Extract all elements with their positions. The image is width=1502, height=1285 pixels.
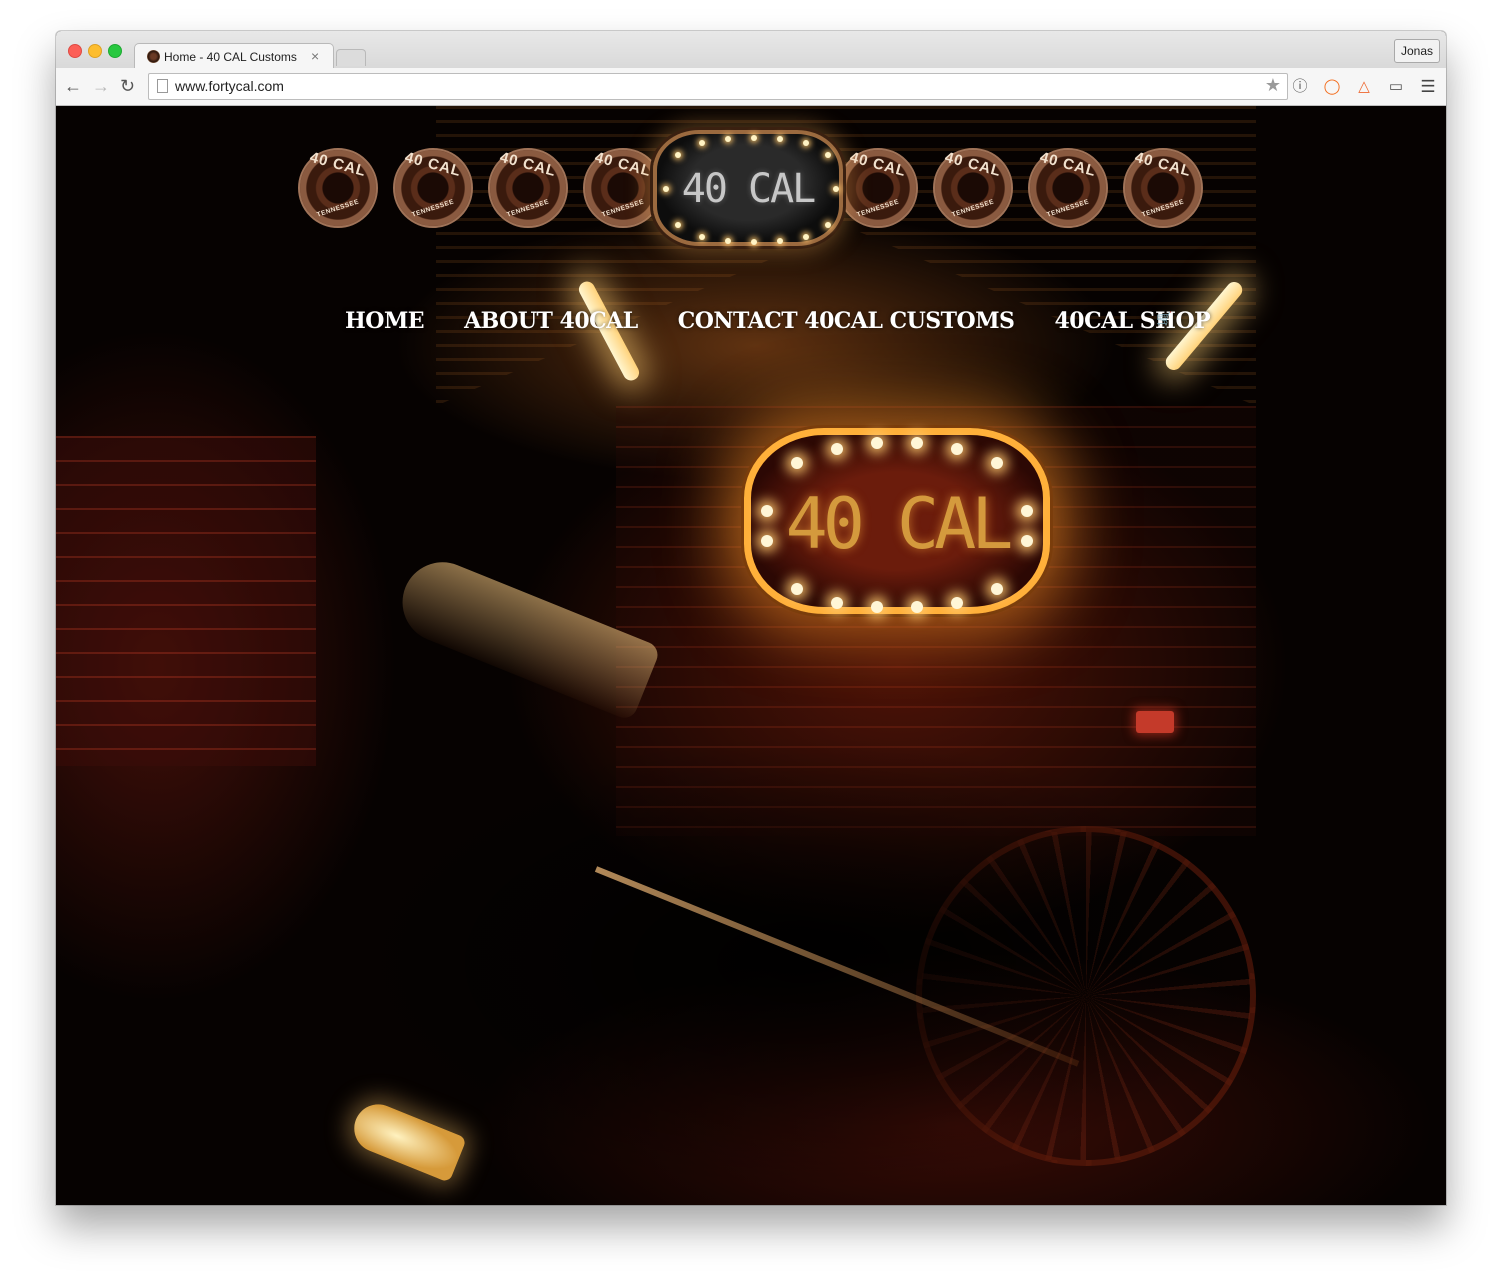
bulb (871, 601, 883, 613)
bulb (791, 457, 803, 469)
bulb (825, 152, 831, 158)
motorcycle-silhouette (116, 626, 1366, 1186)
badge-5: 40 CAL TENNESSEE (838, 148, 918, 228)
badge-2: 40 CAL TENNESSEE (393, 148, 473, 228)
bulb (777, 136, 783, 142)
cart-icon[interactable]: 🛒 (1156, 312, 1172, 325)
nav-home[interactable]: HOME (345, 308, 425, 334)
bulb (803, 234, 809, 240)
bulb (725, 136, 731, 142)
badge-3: 40 CAL TENNESSEE (488, 148, 568, 228)
bulb (777, 238, 783, 244)
back-icon[interactable]: ← (64, 75, 82, 97)
bulb (725, 238, 731, 244)
bulb (871, 437, 883, 449)
bulb (791, 583, 803, 595)
title-bar: Home - 40 CAL Customs × Jonas (56, 31, 1446, 70)
bulb (675, 222, 681, 228)
cast-icon[interactable]: ▭ (1386, 77, 1406, 97)
bulb (675, 152, 681, 158)
bulb (699, 234, 705, 240)
address-bar[interactable]: www.fortycal.com ★ (148, 73, 1288, 100)
badge-4: 40 CAL TENNESSEE (583, 148, 663, 228)
hero-sign-text: 40 CAL (785, 483, 1014, 565)
maximize-window-button[interactable] (108, 44, 122, 58)
tab-close-icon[interactable]: × (311, 48, 319, 64)
bulb (991, 583, 1003, 595)
nav-contact[interactable]: CONTACT 40CAL CUSTOMS (678, 308, 1015, 334)
site-logo[interactable]: 40 CAL (653, 130, 843, 246)
bulb (1021, 505, 1033, 517)
badge-6: 40 CAL TENNESSEE (933, 148, 1013, 228)
bulb (991, 457, 1003, 469)
close-window-button[interactable] (68, 44, 82, 58)
tab-home[interactable]: Home - 40 CAL Customs × (134, 43, 334, 70)
menu-icon[interactable]: ☰ (1418, 77, 1438, 97)
hero-marquee-sign: 40 CAL (744, 428, 1050, 614)
profile-button[interactable]: Jonas (1393, 39, 1440, 63)
badge-7: 40 CAL TENNESSEE (1028, 148, 1108, 228)
bulb (951, 443, 963, 455)
badge-8: 40 CAL TENNESSEE (1123, 148, 1203, 228)
badge-1: 40 CAL TENNESSEE (298, 148, 378, 228)
bookmark-star-icon[interactable]: ★ (1265, 75, 1281, 96)
nav-shop[interactable]: 40CAL SHOP (1054, 308, 1210, 334)
bulb (699, 140, 705, 146)
bulb (911, 601, 923, 613)
bulb (803, 140, 809, 146)
browser-toolbar: ← → ↻ www.fortycal.com ★ ⓘ ◯ △ ▭ ☰ (56, 68, 1446, 106)
bulb (761, 505, 773, 517)
nav-about[interactable]: ABOUT 40CAL (464, 308, 638, 334)
bulb (663, 186, 669, 192)
logo-text: 40 CAL (681, 166, 817, 212)
bulb (833, 186, 839, 192)
bulb (831, 597, 843, 609)
tab-title: Home - 40 CAL Customs (164, 50, 297, 64)
info-extension-icon[interactable]: ⓘ (1290, 77, 1310, 97)
bulb (761, 535, 773, 547)
favicon-icon (147, 50, 160, 63)
bulb (911, 437, 923, 449)
orange-ring-extension-icon[interactable]: ◯ (1322, 77, 1342, 97)
tail-light (1136, 711, 1174, 733)
bulb (825, 222, 831, 228)
forward-icon[interactable]: → (92, 75, 110, 97)
minimize-window-button[interactable] (88, 44, 102, 58)
bulb (951, 597, 963, 609)
page-icon (157, 79, 168, 93)
main-nav: HOME ABOUT 40CAL CONTACT 40CAL CUSTOMS 4… (345, 304, 1250, 338)
new-tab-button[interactable] (336, 49, 366, 66)
bulb (1021, 535, 1033, 547)
hero-page: 40 CAL TENNESSEE 40 CAL TENNESSEE 40 CAL… (56, 106, 1446, 1205)
bulb (751, 135, 757, 141)
magento-extension-icon[interactable]: △ (1354, 77, 1374, 97)
bulb (751, 239, 757, 245)
browser-window: Home - 40 CAL Customs × Jonas ← → ↻ www.… (56, 31, 1446, 1205)
reload-icon[interactable]: ↻ (120, 75, 135, 97)
url-text[interactable]: www.fortycal.com (175, 78, 284, 94)
bulb (831, 443, 843, 455)
